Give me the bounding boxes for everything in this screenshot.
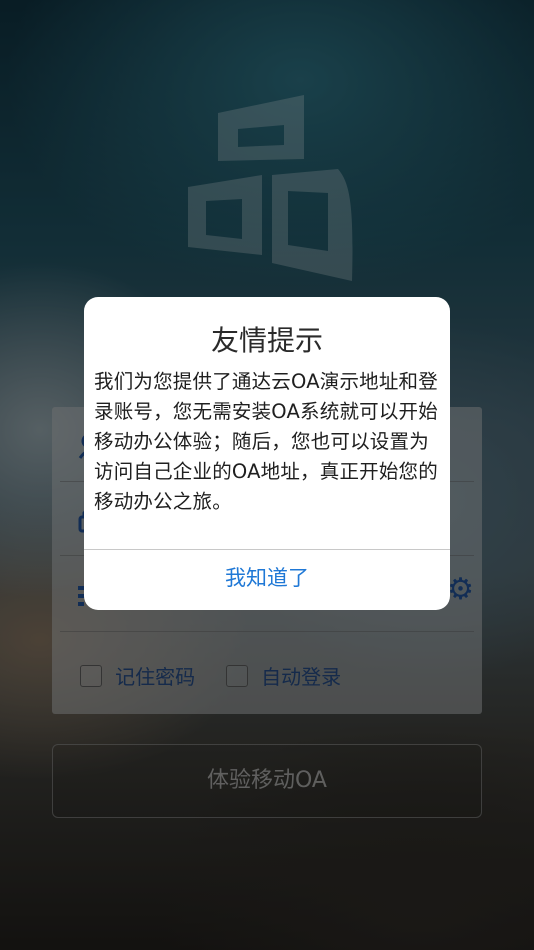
dialog-message: 我们为您提供了通达云OA演示地址和登录账号，您无需安装OA系统就可以开始移动办公… <box>94 370 438 513</box>
notice-dialog: 友情提示 我们为您提供了通达云OA演示地址和登录账号，您无需安装OA系统就可以开… <box>84 297 450 610</box>
dialog-confirm-button[interactable]: 我知道了 <box>84 550 450 610</box>
dialog-title: 友情提示 <box>210 324 323 357</box>
